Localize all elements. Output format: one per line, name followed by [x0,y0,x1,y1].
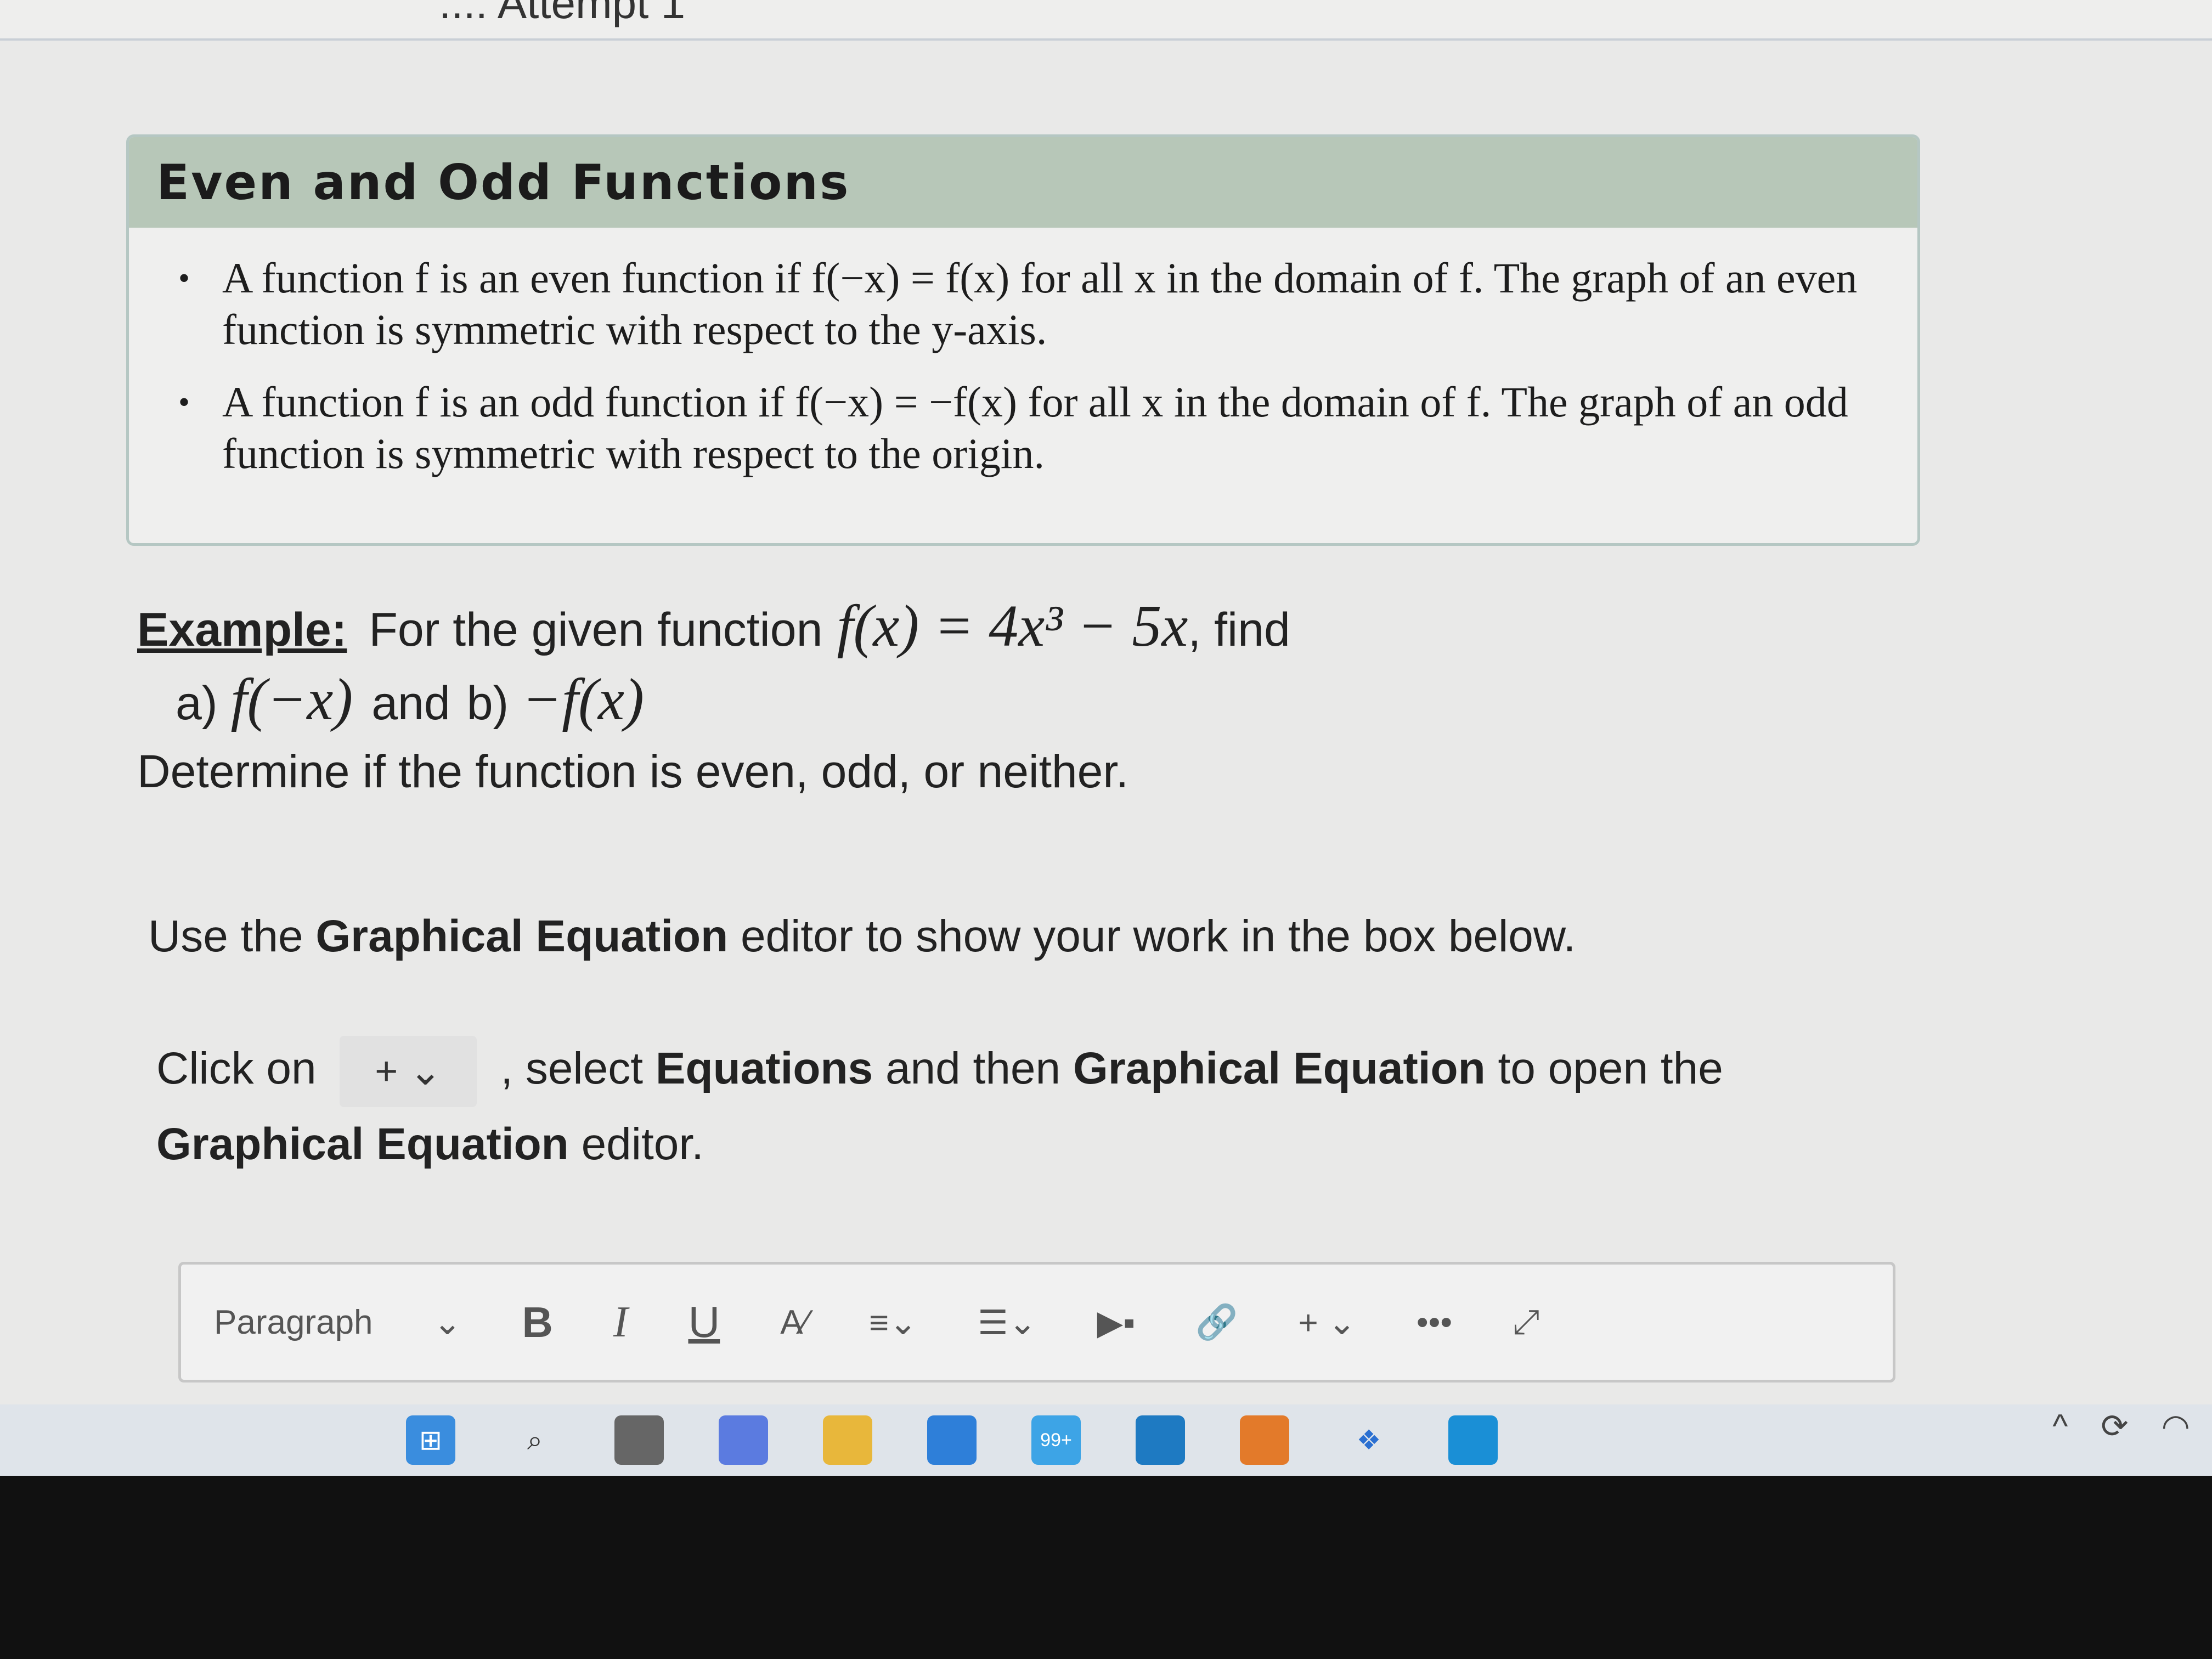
insert-button[interactable]: + ⌄ [1299,1302,1356,1342]
link-icon[interactable]: 🔗 [1195,1302,1238,1342]
windows-start-icon[interactable]: ⊞ [406,1415,455,1465]
parts-line: a) f(−x) and b) −f(x) [137,666,2057,734]
underline-button[interactable]: U [688,1297,720,1347]
paragraph-dropdown[interactable]: Paragraph [214,1303,373,1342]
dropbox-icon[interactable]: ❖ [1344,1415,1393,1465]
browser-top-strip: ...: Attempt 1 [0,0,2212,41]
determine-text: Determine if the function is even, odd, … [137,746,1129,797]
app-icon[interactable] [1136,1415,1185,1465]
equations-bold: Equations [655,1043,873,1093]
click-on-text: Click on [156,1043,317,1093]
graphical-equation-bold: Graphical Equation [1073,1043,1486,1093]
more-options-icon[interactable]: ••• [1417,1303,1452,1342]
example-label: Example: [137,603,347,656]
find-text: , find [1188,603,1290,656]
and-text: and [371,677,450,730]
example-text: For the given function [369,603,823,656]
and-then-text: and then [873,1043,1073,1093]
list-icon[interactable]: ☰⌄ [978,1302,1037,1342]
odd-definition-text: A function f is an odd function if f(−x)… [222,378,1848,477]
to-open-text: to open the [1485,1043,1723,1093]
store-icon[interactable] [927,1415,977,1465]
part-b-expression: −f(x) [522,667,644,732]
editor-suffix-text: editor. [568,1119,704,1170]
instruction-post: editor to show your work in the box belo… [728,911,1576,961]
text-format-icon[interactable]: A∕ [780,1303,809,1342]
editor-name-bold: Graphical Equation [156,1119,569,1170]
search-icon[interactable]: ⌕ [510,1415,560,1465]
click-instructions: Click on + ⌄ , select Equations and then… [156,1031,1857,1181]
instruction-line: Use the Graphical Equation editor to sho… [148,911,1576,962]
task-view-icon[interactable] [614,1415,664,1465]
edge-icon[interactable] [1448,1415,1498,1465]
instruction-pre: Use the [148,911,316,961]
part-a-expression: f(−x) [230,667,353,732]
definition-card: Even and Odd Functions • A function f is… [126,134,1920,546]
wifi-icon[interactable]: ◠ [2162,1407,2190,1446]
chat-icon[interactable] [719,1415,768,1465]
bullet-dot: • [178,384,190,420]
laptop-bezel [0,1476,2212,1659]
folder-icon[interactable] [823,1415,872,1465]
select-text: , select [500,1043,656,1093]
sync-icon[interactable]: ⟳ [2101,1407,2128,1446]
mail-badge-icon[interactable]: 99+ [1031,1415,1081,1465]
card-header: Even and Odd Functions [129,137,1917,228]
chevron-up-icon[interactable]: ^ [2052,1407,2068,1446]
firefox-icon[interactable] [1240,1415,1289,1465]
italic-button[interactable]: I [613,1297,628,1347]
odd-definition: • A function f is an odd function if f(−… [178,376,1884,479]
card-title: Even and Odd Functions [156,154,850,211]
fullscreen-icon[interactable]: ⤢ [1513,1302,1540,1342]
bullet-dot: • [178,260,190,296]
even-definition-text: A function f is an even function if f(−x… [222,254,1858,353]
function-expression: f(x) = 4x³ − 5x [837,594,1188,659]
insert-plus-button[interactable]: + ⌄ [340,1036,477,1108]
part-a-label: a) [176,677,218,730]
rich-text-toolbar: Paragraph ⌄ B I U A∕ ≡⌄ ☰⌄ ▶▪ 🔗 + ⌄ ••• … [178,1262,1895,1383]
example-section: Example: For the given function f(x) = 4… [137,592,2057,798]
os-taskbar: ⊞ ⌕ 99+ ❖ [0,1404,2212,1476]
part-b-label: b) [466,677,509,730]
instruction-bold: Graphical Equation [315,911,729,961]
chevron-down-icon[interactable]: ⌄ [433,1302,462,1342]
align-icon[interactable]: ≡⌄ [869,1302,917,1342]
even-definition: • A function f is an even function if f(… [178,252,1884,356]
media-icon[interactable]: ▶▪ [1097,1302,1136,1342]
bold-button[interactable]: B [522,1297,553,1347]
page-title-fragment: ...: Attempt 1 [439,0,686,27]
example-line: Example: For the given function f(x) = 4… [137,592,2057,661]
system-tray: ^ ⟳ ◠ [2052,1407,2190,1446]
card-body: • A function f is an even function if f(… [129,228,1917,479]
